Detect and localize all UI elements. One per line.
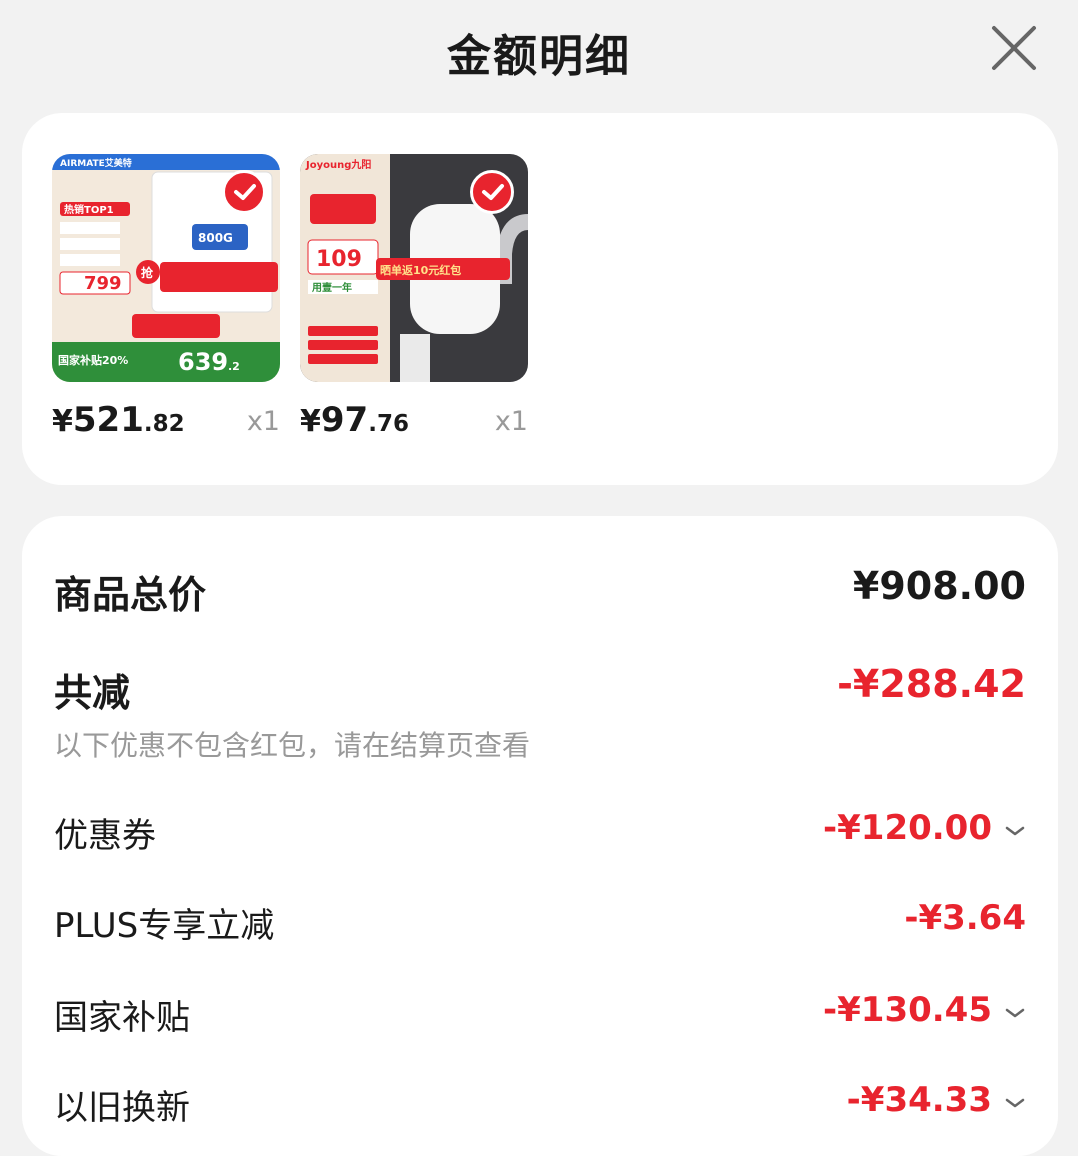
chevron-down-icon (1005, 1098, 1025, 1108)
image-price: 109 (316, 247, 362, 272)
coupon-value[interactable]: -¥120.00 (823, 808, 1026, 848)
image-brand: AIRMATE艾美特 (60, 157, 132, 169)
page-title: 金额明细 (447, 31, 631, 82)
price-summary: 商品总价 ¥908.00 共减 -¥288.42 以下优惠不包含红包，请在结算页… (22, 516, 1058, 1156)
close-button[interactable] (988, 22, 1040, 74)
reduce-value: -¥288.42 (837, 662, 1026, 706)
image-badge: 抢 (141, 265, 154, 280)
close-icon (992, 26, 1036, 70)
selected-check[interactable] (222, 170, 266, 214)
plus-discount-label: PLUS专享立减 (54, 906, 275, 946)
selected-check[interactable] (470, 170, 514, 214)
image-tag: 热销TOP1 (64, 203, 114, 216)
plus-discount-value: -¥3.64 (904, 898, 1026, 938)
product-list: AIRMATE艾美特 800G 热销TOP1 799 抢 国家补贴20% 639… (22, 113, 1058, 485)
discount-note: 以下优惠不包含红包，请在结算页查看 (54, 729, 531, 762)
subsidy-value[interactable]: -¥130.45 (823, 990, 1026, 1030)
check-icon (482, 184, 504, 200)
total-value: ¥908.00 (852, 564, 1026, 608)
subsidy-label: 国家补贴 (54, 998, 190, 1038)
check-icon (234, 184, 256, 200)
product-item[interactable]: AIRMATE艾美特 800G 热销TOP1 799 抢 国家补贴20% 639… (52, 154, 300, 454)
image-promo: 晒单返10元红包 (380, 263, 461, 277)
chevron-down-icon (1005, 826, 1025, 836)
image-price: 799 (84, 273, 122, 294)
image-final: 639 (178, 348, 228, 376)
product-image[interactable]: Joyoung九阳 109 用壹一年 晒单返10元红包 (300, 154, 528, 382)
chevron-down-icon (1005, 1008, 1025, 1018)
product-price: ¥97.76 (300, 400, 409, 440)
image-brand: Joyoung九阳 (305, 158, 371, 171)
trade-in-value[interactable]: -¥34.33 (847, 1080, 1026, 1120)
reduce-label: 共减 (54, 671, 131, 715)
product-quantity: x1 (494, 406, 528, 437)
header: 金额明细 (0, 0, 1078, 100)
product-image[interactable]: AIRMATE艾美特 800G 热销TOP1 799 抢 国家补贴20% 639… (52, 154, 280, 382)
total-label: 商品总价 (54, 573, 207, 617)
image-spec: 800G (198, 231, 233, 245)
coupon-label: 优惠券 (54, 816, 156, 856)
image-final-dec: .2 (228, 360, 240, 373)
product-item[interactable]: Joyoung九阳 109 用壹一年 晒单返10元红包 ¥97.76 x1 (300, 154, 548, 454)
image-tag: 用壹一年 (311, 281, 352, 294)
trade-in-label: 以旧换新 (54, 1088, 190, 1128)
product-quantity: x1 (246, 406, 280, 437)
product-price: ¥521.82 (52, 400, 185, 440)
image-subsidy: 国家补贴20% (58, 353, 128, 367)
